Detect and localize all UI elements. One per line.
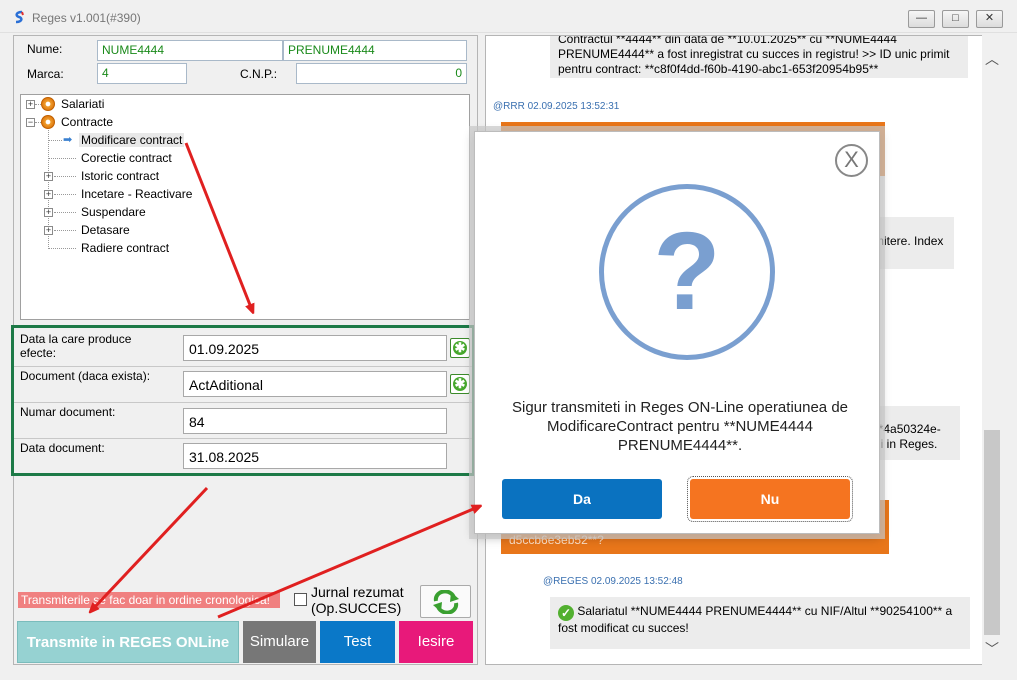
tree-item-suspendare[interactable]: Suspendare — [81, 205, 146, 219]
chronological-warning: Transmiterile se fac doar in ordine cron… — [18, 592, 280, 608]
log-message-success: ✓ Salariatul **NUME4444 PRENUME4444** cu… — [550, 597, 970, 649]
dialog-message: Sigur transmiteti in Reges ON-Line opera… — [511, 399, 848, 454]
add-icon: ✱ — [453, 376, 467, 391]
log-message-contract-registered: Contractul **4444** din data de **10.01.… — [550, 36, 968, 78]
add-data-button[interactable]: ✱ — [450, 338, 470, 358]
maximize-button[interactable]: □ — [942, 10, 969, 28]
jurnal-rezumat-label: Jurnal rezumat (Op.SUCCES) — [311, 584, 404, 616]
expand-incetare-icon[interactable]: + — [44, 190, 53, 199]
minimize-button[interactable]: — — [908, 10, 935, 28]
cnp-field[interactable]: 0 — [296, 63, 467, 84]
log-success-text: Salariatul **NUME4444 PRENUME4444** cu N… — [558, 604, 953, 635]
salariati-folder-icon — [41, 97, 55, 111]
log-id-line1: **4a50324e- — [874, 422, 941, 436]
simulare-button[interactable]: Simulare — [243, 621, 316, 663]
expand-suspendare-icon[interactable]: + — [44, 208, 53, 217]
scroll-up-icon[interactable]: ︿ — [985, 49, 999, 69]
nu-button[interactable]: Nu — [687, 476, 853, 522]
title-bar: Reges v1.001(#390) — □ ✕ — [0, 0, 1017, 33]
operations-tree: + Salariati − Contracte ➡ Modificare con… — [20, 94, 470, 320]
document-field[interactable]: ActAditional — [183, 371, 447, 397]
test-button[interactable]: Test — [320, 621, 395, 663]
log-id-line2: rii in Reges. — [874, 437, 938, 451]
document-label: Document (daca exista): — [20, 369, 151, 383]
data-efecte-field[interactable]: 01.09.2025 — [183, 335, 447, 361]
jurnal-label-line2: (Op.SUCCES) — [311, 600, 402, 616]
scroll-thumb[interactable] — [984, 430, 1000, 635]
selected-arrow-icon: ➡ — [63, 134, 73, 146]
log-scrollbar[interactable]: ︿ ﹀ — [982, 35, 1002, 665]
transmite-button[interactable]: Transmite in REGES ONLine — [17, 621, 239, 663]
numar-document-field[interactable]: 84 — [183, 408, 447, 434]
collapse-contracte-icon[interactable]: − — [26, 118, 35, 127]
scroll-down-icon[interactable]: ﹀ — [985, 639, 999, 659]
add-icon: ✱ — [453, 340, 467, 355]
expand-detasare-icon[interactable]: + — [44, 226, 53, 235]
da-button[interactable]: Da — [502, 479, 662, 519]
marca-label: Marca: — [27, 67, 64, 81]
jurnal-label-line1: Jurnal rezumat — [311, 584, 404, 600]
expand-salariati-icon[interactable]: + — [26, 100, 35, 109]
tree-item-modificare-contract[interactable]: Modificare contract — [79, 133, 185, 147]
confirm-dialog: X ? Sigur transmiteti in Reges ON-Line o… — [474, 131, 880, 534]
tree-item-salariati[interactable]: Salariati — [61, 97, 104, 111]
data-document-label: Data document: — [20, 441, 105, 455]
data-document-field[interactable]: 31.08.2025 — [183, 443, 447, 469]
question-icon: ? — [599, 184, 775, 360]
reges-logo-icon — [12, 10, 26, 24]
refresh-icon — [432, 589, 459, 614]
tree-item-contracte[interactable]: Contracte — [61, 115, 113, 129]
refresh-button[interactable] — [420, 585, 471, 618]
close-dialog-button[interactable]: X — [835, 144, 868, 177]
tree-item-radiere-contract[interactable]: Radiere contract — [81, 241, 169, 255]
log-message-text: Contractul **4444** din data de **10.01.… — [558, 36, 950, 76]
nume-label: Nume: — [27, 42, 63, 56]
data-efecte-label: Data la care produce efecte: — [20, 332, 132, 360]
iesire-button[interactable]: Iesire — [399, 621, 473, 663]
numar-document-label: Numar document: — [20, 405, 116, 419]
tree-item-istoric-contract[interactable]: Istoric contract — [81, 169, 159, 183]
close-window-button[interactable]: ✕ — [976, 10, 1003, 28]
cnp-label: C.N.P.: — [240, 67, 278, 81]
add-document-button[interactable]: ✱ — [450, 374, 470, 394]
tree-item-incetare-reactivare[interactable]: Incetare - Reactivare — [81, 187, 192, 201]
log-message-id: **4a50324e- rii in Reges. — [866, 406, 960, 460]
log-timestamp: @RRR 02.09.2025 13:52:31 — [493, 101, 620, 112]
jurnal-rezumat-checkbox[interactable] — [294, 593, 307, 606]
operation-details-form: Data la care produce efecte: 01.09.2025 … — [11, 325, 475, 476]
nume-field[interactable]: NUME4444 — [97, 40, 283, 61]
contracte-folder-icon — [41, 115, 55, 129]
success-check-icon: ✓ — [558, 605, 574, 621]
tree-item-detasare[interactable]: Detasare — [81, 223, 130, 237]
window-title: Reges v1.001(#390) — [32, 11, 141, 25]
prenume-field[interactable]: PRENUME4444 — [283, 40, 467, 61]
expand-istoric-icon[interactable]: + — [44, 172, 53, 181]
marca-field[interactable]: 4 — [97, 63, 187, 84]
log-timestamp: @REGES 02.09.2025 13:52:48 — [543, 576, 683, 587]
tree-item-corectie-contract[interactable]: Corectie contract — [81, 151, 172, 165]
